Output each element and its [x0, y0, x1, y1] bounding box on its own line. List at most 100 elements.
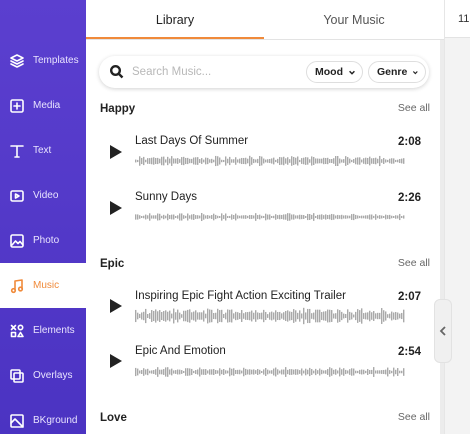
waveform-bar [351, 159, 353, 163]
sidebar-item-music[interactable]: Music [0, 263, 86, 308]
sidebar-item-elements[interactable]: Elements [0, 308, 86, 353]
text-icon [8, 142, 26, 160]
search-input[interactable] [132, 63, 292, 81]
waveform[interactable] [135, 152, 405, 170]
waveform-bar [201, 158, 203, 164]
waveform-bar [387, 159, 389, 163]
waveform-bar [225, 213, 227, 221]
see-all-happy-link[interactable]: See all [398, 102, 430, 114]
track-row[interactable]: Inspiring Epic Fight Action Exciting Tra… [86, 282, 434, 332]
sidebar-item-media[interactable]: Media [0, 83, 86, 128]
waveform-bar [147, 158, 149, 164]
waveform-bar [223, 215, 225, 219]
sidebar-item-photo[interactable]: Photo [0, 218, 86, 263]
waveform-bar [327, 309, 329, 323]
waveform-bar [385, 369, 387, 375]
waveform-bar [325, 370, 327, 374]
overlays-icon [8, 367, 26, 385]
waveform-bar [329, 214, 331, 220]
track-duration: 2:07 [397, 291, 421, 303]
waveform-bar [307, 308, 309, 324]
waveform-bar [401, 370, 403, 374]
waveform-bar [303, 215, 305, 219]
genre-dropdown[interactable]: Genre [368, 61, 426, 83]
waveform-bar [251, 369, 253, 375]
waveform-bar [293, 214, 295, 220]
waveform[interactable] [135, 363, 405, 381]
waveform-bar [245, 215, 247, 219]
waveform-bar [275, 310, 277, 322]
sidebar-item-text[interactable]: Text [0, 128, 86, 173]
waveform-bar [233, 215, 235, 219]
waveform-bar [339, 158, 341, 164]
see-all-love-link[interactable]: See all [398, 411, 430, 423]
sidebar-item-label: Music [33, 280, 60, 291]
waveform-bar [187, 309, 189, 323]
sidebar-item-overlays[interactable]: Overlays [0, 353, 86, 398]
waveform-bar [209, 215, 211, 219]
waveform-bar [367, 368, 369, 376]
waveform-bar [291, 214, 293, 220]
waveform-bar [385, 311, 387, 321]
waveform[interactable] [135, 307, 405, 325]
waveform-bar [269, 370, 271, 374]
waveform-bar [357, 157, 359, 165]
waveform-bar [297, 156, 299, 166]
waveform-bar [267, 369, 269, 375]
track-row[interactable]: Last Days Of Summer 2:08 [86, 128, 434, 178]
track-duration: 2:26 [397, 192, 421, 204]
waveform-bar [169, 369, 171, 375]
layers-icon [8, 52, 26, 70]
play-icon[interactable] [110, 145, 124, 159]
waveform-bar [285, 367, 287, 377]
waveform-bar [353, 159, 355, 163]
waveform-bar [239, 215, 241, 219]
waveform-bar [339, 215, 341, 219]
waveform-bar [315, 216, 317, 218]
play-icon[interactable] [110, 201, 124, 215]
play-icon[interactable] [110, 299, 124, 313]
waveform-bar [349, 215, 351, 219]
waveform-bar [255, 159, 257, 163]
mood-dropdown[interactable]: Mood [306, 61, 363, 83]
waveform-bar [219, 216, 221, 218]
waveform-bar [359, 157, 361, 165]
waveform-bar [209, 159, 211, 163]
see-all-epic-link[interactable]: See all [398, 257, 430, 269]
waveform-bar [197, 215, 199, 219]
waveform-bar [369, 310, 371, 322]
collapse-panel-button[interactable] [434, 299, 452, 363]
waveform[interactable] [135, 208, 405, 226]
tab-your-music[interactable]: Your Music [264, 0, 444, 40]
waveform-bar [297, 369, 299, 375]
waveform-bar [211, 158, 213, 164]
waveform-bar [183, 156, 185, 166]
waveform-bar [173, 214, 175, 220]
waveform-bar [315, 368, 317, 376]
sidebar-item-background[interactable]: BKground [0, 398, 86, 434]
waveform-bar [305, 312, 307, 320]
waveform-bar [143, 156, 145, 166]
waveform-bar [185, 215, 187, 219]
waveform-bar [355, 214, 357, 220]
play-icon[interactable] [110, 354, 124, 368]
tab-library[interactable]: Library [86, 0, 264, 40]
waveform-bar [223, 159, 225, 163]
waveform-bar [143, 215, 145, 219]
waveform-bar [207, 308, 209, 324]
sidebar-item-templates[interactable]: Templates [0, 38, 86, 83]
waveform-bar [325, 157, 327, 165]
waveform-bar [327, 157, 329, 165]
waveform-bar [189, 215, 191, 219]
waveform-bar [249, 311, 251, 321]
sidebar-item-label: Media [33, 100, 61, 111]
waveform-bar [173, 308, 175, 324]
waveform-bar [143, 368, 145, 376]
sidebar-item-video[interactable]: Video [0, 173, 86, 218]
waveform-bar [285, 310, 287, 322]
track-row[interactable]: Epic And Emotion 2:54 [86, 337, 434, 387]
waveform-bar [279, 156, 281, 166]
search-icon[interactable] [109, 64, 125, 80]
waveform-bar [151, 370, 153, 374]
track-row[interactable]: Sunny Days 2:26 [86, 184, 434, 234]
